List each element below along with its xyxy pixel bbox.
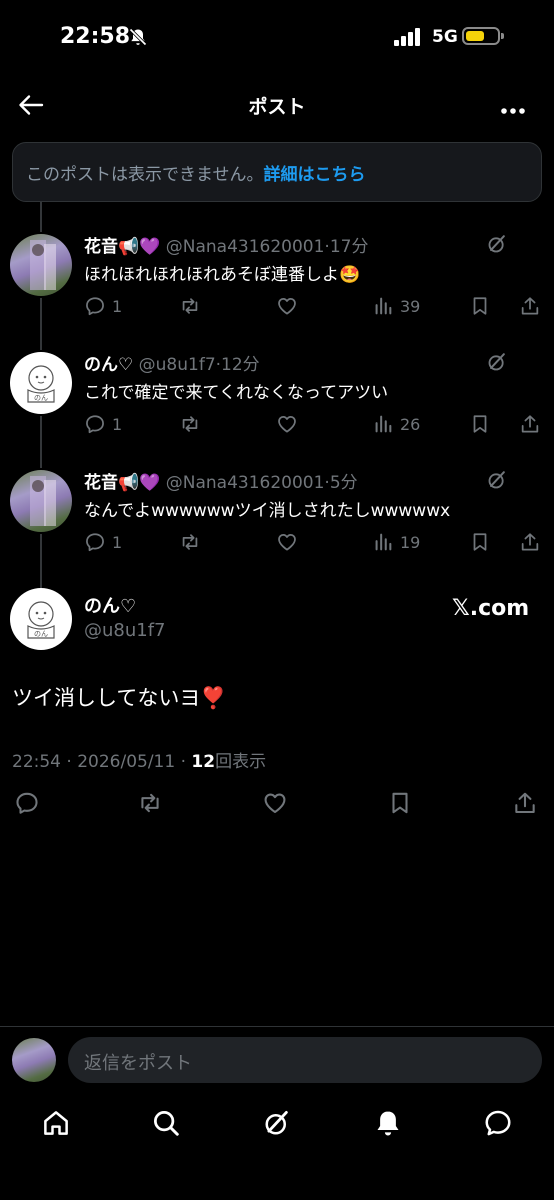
avatar[interactable]: [10, 234, 72, 296]
avatar[interactable]: のん: [10, 352, 72, 414]
name-emoji: 📢💜: [118, 473, 161, 493]
author-handle[interactable]: @Nana431620001: [166, 473, 325, 493]
bookmark-button[interactable]: [469, 413, 491, 435]
view-count: 39: [400, 296, 421, 316]
bookmark-button[interactable]: [387, 790, 413, 820]
author-name[interactable]: 花音: [84, 473, 118, 493]
bookmark-button[interactable]: [469, 531, 491, 553]
learn-more-link[interactable]: 詳細はこちら: [264, 165, 366, 185]
reply-button[interactable]: [14, 790, 40, 820]
signal-icon: [394, 28, 422, 50]
post-timestamp: 22:54 · 2026/05/11 ·: [12, 752, 192, 772]
reply-text: なんでよwwwwwwツイ消しされたしwwwwwx: [84, 501, 451, 521]
like-button[interactable]: [276, 295, 298, 317]
search-icon[interactable]: [151, 1108, 181, 1142]
reply-button[interactable]: 1: [84, 531, 122, 553]
main-author-name[interactable]: のん♡: [84, 592, 136, 618]
post-time: 5分: [329, 473, 358, 493]
post-time: 12分: [221, 355, 260, 375]
messages-icon[interactable]: [483, 1108, 513, 1142]
author-name[interactable]: 花音: [84, 237, 118, 257]
divider: [0, 1026, 554, 1027]
view-count: 26: [400, 414, 421, 434]
retweet-button[interactable]: [137, 790, 163, 820]
notifications-icon[interactable]: [373, 1108, 403, 1142]
page-title: ポスト: [248, 96, 306, 118]
reply-count: 1: [112, 296, 123, 316]
avatar[interactable]: [10, 470, 72, 532]
banner-text: このポストは表示できません。: [26, 165, 264, 185]
main-post-text: ツイ消ししてないヨ❣️: [12, 686, 227, 710]
post-metadata: 22:54 · 2026/05/11 · 12回表示: [12, 747, 266, 772]
bell-off-icon: [128, 27, 148, 51]
thread-line: [40, 202, 42, 232]
view-count: 19: [400, 532, 421, 552]
reply-count: 1: [112, 532, 123, 552]
bookmark-button[interactable]: [469, 295, 491, 317]
my-avatar[interactable]: [12, 1038, 56, 1082]
reply-header: 花音📢💜 @Nana431620001·5分: [84, 473, 358, 493]
retweet-button[interactable]: [179, 413, 201, 435]
grok-icon[interactable]: [486, 351, 508, 377]
views-button[interactable]: 39: [372, 295, 420, 317]
post-time: 17分: [329, 237, 369, 257]
thread-line: [40, 416, 42, 468]
name-emoji: 📢💜: [118, 237, 161, 257]
like-button[interactable]: [276, 413, 298, 435]
share-button[interactable]: [519, 295, 541, 317]
svg-text:のん: のん: [34, 630, 48, 638]
main-author-handle[interactable]: @u8u1f7: [84, 620, 166, 641]
avatar[interactable]: のん: [10, 588, 72, 650]
author-name[interactable]: のん♡: [84, 355, 133, 375]
view-count: 12: [191, 752, 216, 772]
battery-tip: [501, 33, 504, 39]
views-button[interactable]: 26: [372, 413, 420, 435]
source-watermark: 𝕏.com: [452, 596, 530, 621]
battery-icon: [462, 27, 500, 45]
author-handle[interactable]: @u8u1f7: [139, 355, 216, 375]
thread-line: [40, 298, 42, 350]
grok-icon[interactable]: [486, 469, 508, 495]
network-label: 5G: [432, 27, 458, 47]
more-options-icon[interactable]: [500, 100, 526, 119]
status-time: 22:58: [60, 24, 131, 49]
retweet-button[interactable]: [179, 295, 201, 317]
share-button[interactable]: [519, 413, 541, 435]
view-label: 回表示: [215, 752, 267, 772]
author-handle[interactable]: @Nana431620001: [166, 237, 325, 257]
thread-line: [40, 534, 42, 588]
like-button[interactable]: [276, 531, 298, 553]
like-button[interactable]: [262, 790, 288, 820]
retweet-button[interactable]: [179, 531, 201, 553]
grok-icon[interactable]: [262, 1108, 292, 1142]
unavailable-post-banner: このポストは表示できません。詳細はこちら: [12, 142, 542, 202]
views-button[interactable]: 19: [372, 531, 420, 553]
reply-header: 花音📢💜 @Nana431620001·17分: [84, 237, 369, 257]
reply-count: 1: [112, 414, 123, 434]
reply-button[interactable]: 1: [84, 413, 122, 435]
reply-text: これで確定で来てくれなくなってアツい: [84, 383, 389, 403]
svg-text:のん: のん: [34, 394, 48, 402]
share-button[interactable]: [519, 531, 541, 553]
reply-input[interactable]: 返信をポスト: [68, 1037, 542, 1083]
reply-header: のん♡ @u8u1f7·12分: [84, 355, 260, 375]
grok-icon[interactable]: [486, 233, 508, 259]
share-button[interactable]: [512, 790, 538, 820]
home-icon[interactable]: [41, 1108, 71, 1142]
reply-button[interactable]: 1: [84, 295, 122, 317]
reply-text: ほれほれほれほれあそぼ連番しよ🤩: [84, 265, 361, 285]
